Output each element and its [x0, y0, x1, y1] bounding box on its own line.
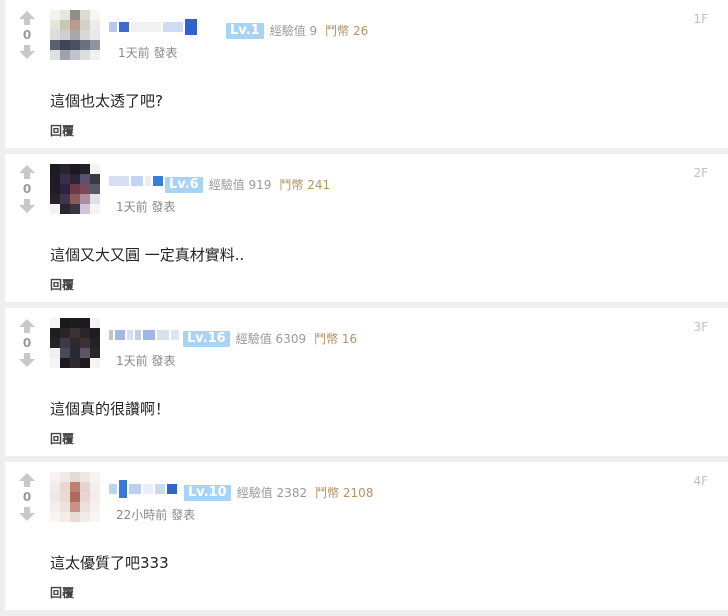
post-time: 22小時前 發表: [116, 508, 196, 522]
coin-count: 鬥幣 16: [314, 332, 358, 346]
reply-button[interactable]: 回覆: [50, 430, 74, 447]
coin-count: 鬥幣 26: [325, 24, 369, 38]
comment-text: 這個又大又圓 一定真材實料..: [50, 246, 245, 264]
floor-number: 3F: [693, 320, 708, 334]
vote-count: 0: [22, 28, 32, 42]
comment-2: 0 Lv.6 經驗值 919 鬥幣 241 1天前 發表 2F 這個又大又圓 一…: [5, 154, 728, 302]
vote-count: 0: [22, 336, 32, 350]
vote-count: 0: [22, 490, 32, 504]
upvote-arrow-icon[interactable]: [17, 318, 37, 334]
floor-number: 1F: [693, 12, 708, 26]
reply-button[interactable]: 回覆: [50, 584, 74, 601]
level-badge: Lv.1: [226, 22, 264, 39]
downvote-arrow-icon[interactable]: [17, 506, 37, 522]
vote-widget: 0: [17, 318, 37, 368]
upvote-arrow-icon[interactable]: [17, 10, 37, 26]
level-badge: Lv.16: [183, 330, 230, 347]
post-time: 1天前 發表: [116, 200, 176, 214]
avatar[interactable]: [50, 318, 100, 368]
user-meta: Lv.6 經驗值 919 鬥幣 241: [165, 176, 330, 193]
post-time: 1天前 發表: [116, 354, 176, 368]
avatar[interactable]: [50, 164, 100, 214]
floor-number: 2F: [693, 166, 708, 180]
downvote-arrow-icon[interactable]: [17, 44, 37, 60]
vote-widget: 0: [17, 164, 37, 214]
comment-text: 這個真的很讚啊！: [50, 400, 171, 418]
avatar[interactable]: [50, 10, 100, 60]
username-blurred[interactable]: [109, 16, 219, 38]
user-meta: Lv.16 經驗值 6309 鬥幣 16: [183, 330, 357, 347]
comment-1: 0 Lv.1 經驗值 9 鬥幣 26 1天前 發表 1F 這個也太透了吧? 回覆: [5, 0, 728, 148]
downvote-arrow-icon[interactable]: [17, 198, 37, 214]
vote-widget: 0: [17, 472, 37, 522]
reply-button[interactable]: 回覆: [50, 122, 74, 139]
user-meta: Lv.10 經驗值 2382 鬥幣 2108: [184, 484, 373, 501]
vote-widget: 0: [17, 10, 37, 60]
comment-text: 這個也太透了吧?: [50, 92, 163, 110]
avatar[interactable]: [50, 472, 100, 522]
reply-button[interactable]: 回覆: [50, 276, 74, 293]
floor-number: 4F: [693, 474, 708, 488]
level-badge: Lv.6: [165, 176, 203, 193]
comment-feed: 0 Lv.1 經驗值 9 鬥幣 26 1天前 發表 1F 這個也太透了吧? 回覆…: [0, 0, 728, 616]
experience-value: 經驗值 9: [269, 24, 318, 38]
coin-count: 鬥幣 241: [279, 178, 331, 192]
user-meta: Lv.1 經驗值 9 鬥幣 26: [226, 22, 368, 39]
experience-value: 經驗值 6309: [235, 332, 307, 346]
upvote-arrow-icon[interactable]: [17, 164, 37, 180]
coin-count: 鬥幣 2108: [315, 486, 374, 500]
experience-value: 經驗值 2382: [236, 486, 308, 500]
vote-count: 0: [22, 182, 32, 196]
post-time: 1天前 發表: [118, 46, 178, 60]
level-badge: Lv.10: [184, 484, 231, 501]
upvote-arrow-icon[interactable]: [17, 472, 37, 488]
comment-text: 這太優質了吧333: [50, 554, 169, 572]
experience-value: 經驗值 919: [208, 178, 272, 192]
downvote-arrow-icon[interactable]: [17, 352, 37, 368]
comment-3: 0 Lv.16 經驗值 6309 鬥幣 16 1天前 發表 3F 這個真的很讚啊…: [5, 308, 728, 456]
comment-4: 0 Lv.10 經驗值 2382 鬥幣 2108 22小時前 發表 4F 這太優…: [5, 462, 728, 610]
